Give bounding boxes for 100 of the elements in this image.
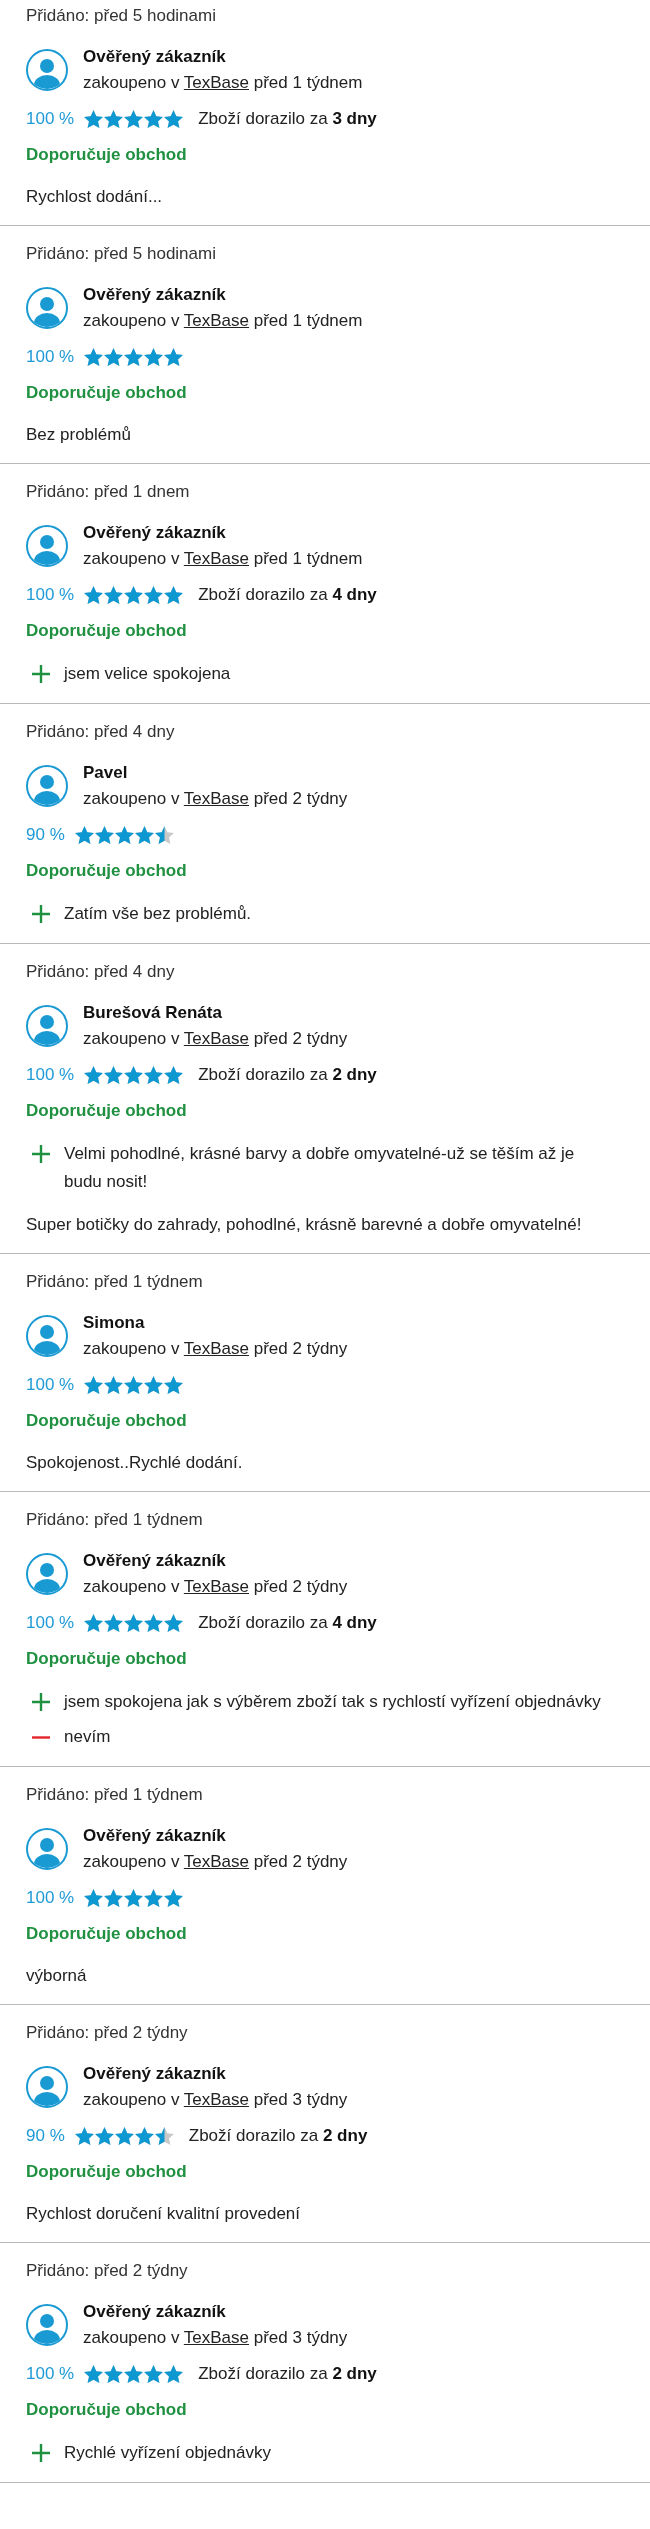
star-icon: [104, 586, 124, 604]
avatar-icon: [26, 49, 68, 91]
added-date: Přidáno: před 4 dny: [26, 721, 175, 743]
star-icon: [154, 2127, 174, 2145]
purchase-info: zakoupeno v TexBase před 2 týdny: [83, 1028, 348, 1050]
pro-text: Rychlé vyřízení objednávky: [64, 2442, 271, 2464]
recommendation: Doporučuje obchod: [26, 620, 187, 642]
star-icon: [164, 1614, 184, 1632]
star-icon: [144, 348, 164, 366]
author-name: Ověřený zákazník: [83, 2063, 226, 2085]
rating-percent: 100 %: [26, 1064, 75, 1086]
star-icon: [164, 1376, 184, 1394]
rating-percent: 100 %: [26, 1887, 75, 1909]
plus-icon: [32, 1145, 50, 1163]
star-icon: [124, 2365, 144, 2383]
rating-percent: 100 %: [26, 1374, 75, 1396]
recommendation: Doporučuje obchod: [26, 1648, 187, 1670]
star-icon: [144, 1376, 164, 1394]
star-icon: [124, 1889, 144, 1907]
shop-link[interactable]: TexBase: [183, 1852, 250, 1871]
avatar-icon: [26, 1005, 68, 1047]
star-icon: [104, 348, 124, 366]
recommendation: Doporučuje obchod: [26, 144, 187, 166]
purchase-info: zakoupeno v TexBase před 1 týdnem: [83, 548, 363, 570]
added-date: Přidáno: před 1 týdnem: [26, 1271, 203, 1293]
star-icon: [104, 1066, 124, 1084]
author-name: Ověřený zákazník: [83, 284, 226, 306]
rating-percent: 100 %: [26, 584, 75, 606]
minus-icon: [32, 1736, 50, 1739]
delivery-time: Zboží dorazilo za 2 dny: [198, 2363, 377, 2385]
shop-link[interactable]: TexBase: [183, 1339, 250, 1358]
plus-icon: [32, 905, 50, 923]
shop-link[interactable]: TexBase: [183, 73, 250, 92]
star-icon: [124, 1066, 144, 1084]
star-icon: [164, 110, 184, 128]
star-icon: [94, 2127, 114, 2145]
star-icon: [84, 1614, 104, 1632]
pro-text: jsem spokojena jak s výběrem zboží tak s rychlostí vyřízení objednávky: [64, 1691, 601, 1713]
star-icon: [84, 1376, 104, 1394]
recommendation: Doporučuje obchod: [26, 860, 187, 882]
added-date: Přidáno: před 1 týdnem: [26, 1784, 203, 1806]
purchase-info: zakoupeno v TexBase před 2 týdny: [83, 1851, 348, 1873]
shop-link[interactable]: TexBase: [183, 1577, 250, 1596]
star-icon: [84, 586, 104, 604]
star-icon: [134, 2127, 154, 2145]
star-icon: [84, 110, 104, 128]
rating-percent: 100 %: [26, 108, 75, 130]
author-name: Ověřený zákazník: [83, 1825, 226, 1847]
rating-percent: 100 %: [26, 1612, 75, 1634]
shop-link[interactable]: TexBase: [183, 549, 250, 568]
star-icon: [154, 826, 174, 844]
star-icon: [144, 1066, 164, 1084]
star-icon: [114, 826, 134, 844]
added-date: Přidáno: před 4 dny: [26, 961, 175, 983]
star-icon: [84, 1066, 104, 1084]
added-date: Přidáno: před 1 týdnem: [26, 1509, 203, 1531]
shop-link[interactable]: TexBase: [183, 2090, 250, 2109]
review-comment: Rychlost dodání...: [26, 186, 163, 208]
star-icon: [104, 110, 124, 128]
added-date: Přidáno: před 5 hodinami: [26, 243, 216, 265]
recommendation: Doporučuje obchod: [26, 1410, 187, 1432]
star-icon: [164, 586, 184, 604]
pro-text: Zatím vše bez problémů.: [64, 903, 252, 925]
star-icon: [74, 826, 94, 844]
author-name: Pavel: [83, 762, 128, 784]
plus-icon: [32, 665, 50, 683]
star-icon: [164, 348, 184, 366]
star-icon: [84, 348, 104, 366]
plus-icon: [32, 1693, 50, 1711]
review-comment: Rychlost doručení kvalitní provedení: [26, 2203, 301, 2225]
recommendation: Doporučuje obchod: [26, 1100, 187, 1122]
shop-link[interactable]: TexBase: [183, 1029, 250, 1048]
star-icon: [144, 2365, 164, 2383]
plus-icon: [32, 2444, 50, 2462]
author-name: Ověřený zákazník: [83, 2301, 226, 2323]
avatar-icon: [26, 525, 68, 567]
purchase-info: zakoupeno v TexBase před 3 týdny: [83, 2327, 348, 2349]
shop-link[interactable]: TexBase: [183, 311, 250, 330]
star-icon: [114, 2127, 134, 2145]
delivery-time: Zboží dorazilo za 2 dny: [198, 1064, 377, 1086]
avatar-icon: [26, 2304, 68, 2346]
shop-link[interactable]: TexBase: [183, 2328, 250, 2347]
review-comment: Bez problémů: [26, 424, 131, 446]
rating-percent: 90 %: [26, 2125, 65, 2147]
pro-text: Velmi pohodlné, krásné barvy a dobře omyvatelné-už se těším až je budu nosit!: [64, 1143, 576, 1193]
star-icon: [144, 1889, 164, 1907]
delivery-time: Zboží dorazilo za 2 dny: [188, 2125, 368, 2147]
added-date: Přidáno: před 5 hodinami: [26, 5, 216, 27]
added-date: Přidáno: před 1 dnem: [26, 481, 190, 503]
author-name: Burešová Renáta: [83, 1002, 222, 1024]
added-date: Přidáno: před 2 týdny: [26, 2260, 188, 2282]
shop-link[interactable]: TexBase: [183, 789, 250, 808]
purchase-info: zakoupeno v TexBase před 2 týdny: [83, 1576, 348, 1598]
pro-text: jsem velice spokojena: [64, 663, 231, 685]
star-icon: [144, 586, 164, 604]
star-icon: [134, 826, 154, 844]
avatar-icon: [26, 287, 68, 329]
con-text: nevím: [64, 1726, 111, 1748]
star-icon: [144, 110, 164, 128]
purchase-info: zakoupeno v TexBase před 3 týdny: [83, 2089, 348, 2111]
